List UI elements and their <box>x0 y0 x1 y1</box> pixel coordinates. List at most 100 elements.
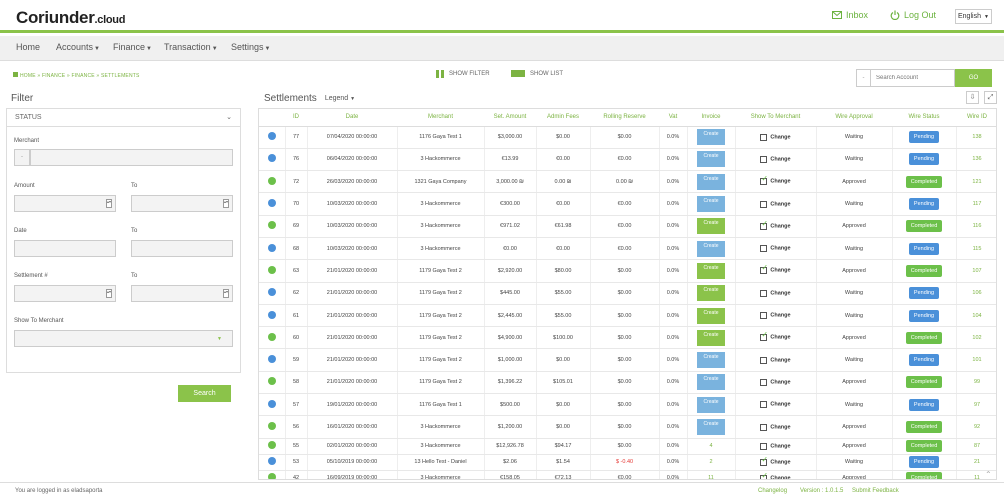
wire-status-badge[interactable]: Pending <box>908 456 940 469</box>
table-row[interactable]: 55 02/01/2020 00:00:00 3 Hackommerce $12… <box>259 438 996 455</box>
wire-status-badge[interactable]: Pending <box>908 309 940 322</box>
wire-status-badge[interactable]: Completed <box>905 421 943 433</box>
breadcrumb-text[interactable]: HOME » FINANCE » FINANCE » SETTLEMENTS <box>20 73 140 79</box>
wire-id-cell[interactable]: 92 <box>956 415 996 439</box>
column-header[interactable]: Show To Merchant <box>735 109 816 127</box>
spinner-icon[interactable]: ▴▾ <box>223 289 229 298</box>
id-cell[interactable]: 60 <box>285 326 308 350</box>
wire-status-badge[interactable]: Completed <box>905 376 943 389</box>
change-label[interactable]: Change <box>770 223 790 229</box>
id-cell[interactable]: 68 <box>285 237 308 261</box>
id-cell[interactable]: 69 <box>285 215 308 238</box>
create-invoice-button[interactable]: Create <box>697 151 725 168</box>
wire-status-badge[interactable]: Completed <box>905 440 943 453</box>
column-header[interactable]: Rolling Reserve <box>590 109 659 127</box>
create-invoice-button[interactable]: Create <box>697 329 725 346</box>
table-row[interactable]: 53 05/10/2019 00:00:00 13 Hello Test - D… <box>259 454 996 471</box>
spinner-icon[interactable]: ▴▾ <box>106 199 112 208</box>
show-list-toggle[interactable]: SHOW LIST <box>511 70 563 77</box>
table-row[interactable]: 72 26/03/2020 00:00:00 1321 Gaya Company… <box>259 170 996 194</box>
table-row[interactable]: 77 07/04/2020 00:00:00 1176 Gaya Test 1 … <box>259 126 996 149</box>
merchant-prefix[interactable]: - <box>14 149 30 166</box>
checkbox[interactable] <box>760 423 768 431</box>
wire-status-badge[interactable]: Completed <box>905 220 943 233</box>
search-button[interactable]: Search <box>178 385 231 402</box>
id-cell[interactable]: 53 <box>285 454 308 471</box>
wire-status-badge[interactable]: Pending <box>908 131 940 144</box>
create-invoice-button[interactable]: Create <box>697 129 725 146</box>
change-label[interactable]: Change <box>770 201 790 207</box>
table-row[interactable]: 56 16/01/2020 00:00:00 3 Hackommerce $1,… <box>259 415 996 439</box>
wire-status-badge[interactable]: Completed <box>905 175 943 188</box>
column-header[interactable]: Wire ID <box>956 109 996 127</box>
inbox-link[interactable]: Inbox <box>832 10 868 20</box>
table-row[interactable]: 59 21/01/2020 00:00:00 1179 Gaya Test 2 … <box>259 348 996 372</box>
table-row[interactable]: 61 21/01/2020 00:00:00 1179 Gaya Test 2 … <box>259 304 996 328</box>
create-invoice-button[interactable]: Create <box>697 285 725 302</box>
change-label[interactable]: Change <box>770 246 790 252</box>
expand-icon[interactable]: ⤢ <box>984 91 997 104</box>
id-cell[interactable]: 58 <box>285 371 308 395</box>
change-label[interactable]: Change <box>770 134 790 140</box>
column-header[interactable]: Invoice <box>687 109 735 127</box>
search-account-prefix[interactable]: - <box>856 69 871 87</box>
nav-home[interactable]: Home <box>16 42 40 52</box>
checkbox[interactable] <box>760 401 768 409</box>
wire-status-badge[interactable]: Pending <box>908 354 940 367</box>
amount-from-input[interactable]: ▴▾ <box>14 195 116 212</box>
table-row[interactable]: 69 10/03/2020 00:00:00 3 Hackommerce €97… <box>259 215 996 238</box>
wire-status-badge[interactable]: Pending <box>908 242 940 255</box>
create-invoice-button[interactable]: Create <box>697 218 725 235</box>
nav-settings[interactable]: Settings▼ <box>231 42 270 52</box>
id-cell[interactable]: 61 <box>285 304 308 328</box>
checkbox[interactable] <box>760 330 768 342</box>
wire-id-cell[interactable]: 104 <box>956 304 996 328</box>
id-cell[interactable]: 63 <box>285 259 308 283</box>
checkbox[interactable] <box>760 356 768 364</box>
checkbox[interactable] <box>760 263 768 275</box>
amount-to-input[interactable]: ▴▾ <box>131 195 233 212</box>
wire-status-badge[interactable]: Pending <box>908 198 940 211</box>
column-header[interactable]: Wire Status <box>892 109 956 127</box>
id-cell[interactable]: 70 <box>285 192 308 216</box>
change-label[interactable]: Change <box>770 290 790 296</box>
table-row[interactable]: 62 21/01/2020 00:00:00 1179 Gaya Test 2 … <box>259 282 996 305</box>
show-to-merchant-select[interactable]: ▼ <box>14 330 233 347</box>
checkbox[interactable] <box>760 312 768 320</box>
status-accordion[interactable]: STATUS ⌄ <box>7 109 240 127</box>
table-row[interactable]: 76 06/04/2020 00:00:00 3 Hackommerce €13… <box>259 148 996 172</box>
table-row[interactable]: 68 10/03/2020 00:00:00 3 Hackommerce €0.… <box>259 237 996 261</box>
change-label[interactable]: Change <box>770 424 790 430</box>
create-invoice-button[interactable]: Create <box>697 419 725 435</box>
spinner-icon[interactable]: ▴▾ <box>223 199 229 208</box>
wire-status-badge[interactable]: Completed <box>905 264 943 277</box>
column-header[interactable]: Date <box>307 109 397 127</box>
wire-id-cell[interactable]: 87 <box>956 438 996 455</box>
wire-id-cell[interactable]: 97 <box>956 393 996 417</box>
id-cell[interactable]: 72 <box>285 170 308 194</box>
wire-id-cell[interactable]: 102 <box>956 326 996 350</box>
column-header[interactable]: Wire Approval <box>816 109 892 127</box>
invoice-link[interactable]: 11 <box>708 475 714 479</box>
wire-id-cell[interactable]: 116 <box>956 215 996 238</box>
checkbox[interactable] <box>760 378 768 386</box>
checkbox[interactable] <box>760 471 768 479</box>
show-filter-toggle[interactable]: SHOW FILTER <box>436 70 490 78</box>
table-row[interactable]: 70 10/03/2020 00:00:00 3 Hackommerce €30… <box>259 192 996 216</box>
create-invoice-button[interactable]: Create <box>697 173 725 190</box>
wire-id-cell[interactable]: 115 <box>956 237 996 261</box>
column-header[interactable]: Merchant <box>397 109 484 127</box>
settlement-to-input[interactable]: ▴▾ <box>131 285 233 302</box>
id-cell[interactable]: 59 <box>285 348 308 372</box>
change-label[interactable]: Change <box>770 475 790 479</box>
create-invoice-button[interactable]: Create <box>697 307 725 324</box>
invoice-link[interactable]: 4 <box>709 443 712 449</box>
change-label[interactable]: Change <box>770 313 790 319</box>
legend-dropdown[interactable]: Legend ▼ <box>325 95 355 102</box>
language-select[interactable]: English ▼ <box>955 9 992 24</box>
change-label[interactable]: Change <box>770 335 790 341</box>
id-cell[interactable]: 62 <box>285 282 308 305</box>
search-account-input[interactable] <box>871 69 955 87</box>
spinner-icon[interactable]: ▴▾ <box>106 289 112 298</box>
wire-id-cell[interactable]: 99 <box>956 371 996 395</box>
